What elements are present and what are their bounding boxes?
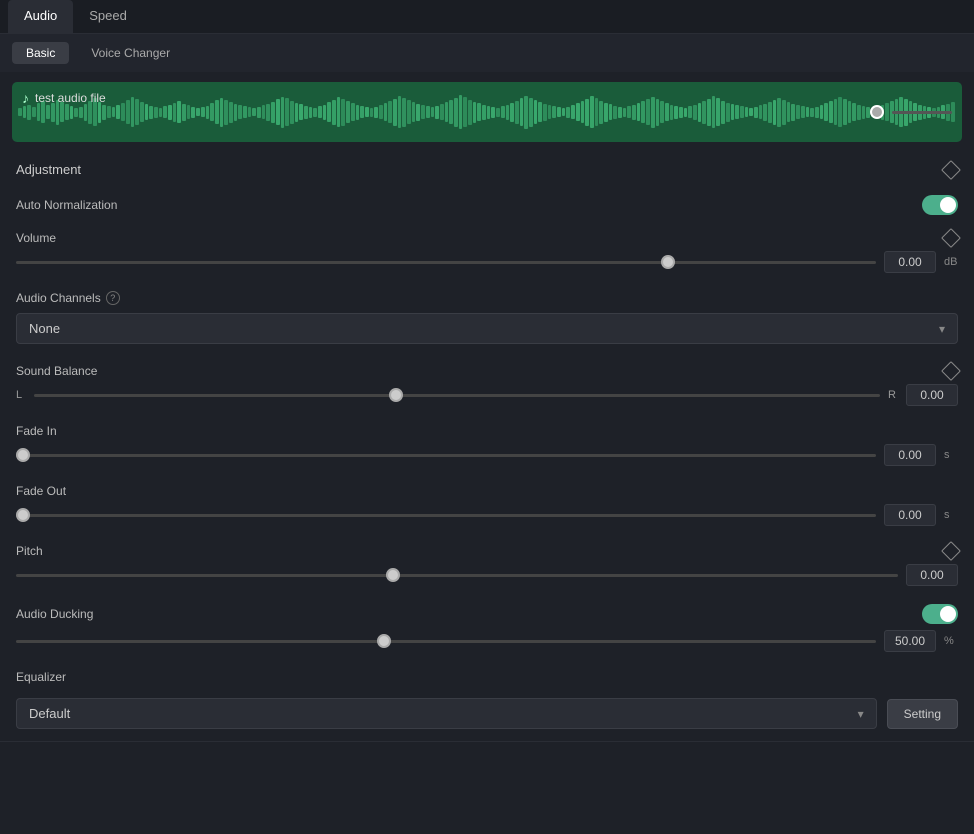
sound-balance-slider[interactable] [34, 385, 880, 405]
audio-channels-help-icon[interactable]: ? [106, 291, 120, 305]
sound-balance-slider-row: L R 0.00 [0, 380, 974, 416]
adjustment-title: Adjustment [16, 162, 81, 177]
equalizer-control-row: Equalizer [0, 662, 974, 686]
audio-channels-dropdown[interactable]: None ▾ [16, 313, 958, 344]
volume-reset-icon[interactable] [941, 228, 961, 248]
sound-balance-right-label: R [888, 389, 898, 401]
pitch-slider[interactable] [16, 565, 898, 585]
audio-ducking-thumb[interactable] [377, 634, 391, 648]
pitch-control-row: Pitch [0, 536, 974, 560]
audio-ducking-value[interactable]: 50.00 [884, 630, 936, 652]
adjustment-section-header[interactable]: Adjustment [0, 152, 974, 187]
pitch-value[interactable]: 0.00 [906, 564, 958, 586]
volume-slider[interactable] [16, 252, 876, 272]
volume-slider-row: 0.00 dB [0, 247, 974, 283]
tab-basic[interactable]: Basic [12, 42, 69, 64]
audio-ducking-label: Audio Ducking [16, 607, 136, 621]
equalizer-setting-button[interactable]: Setting [887, 699, 958, 729]
audio-ducking-slider[interactable] [16, 631, 876, 651]
audio-channels-value: None [29, 321, 60, 336]
audio-ducking-control-row: Audio Ducking [0, 596, 974, 626]
pitch-slider-row: 0.00 [0, 560, 974, 596]
sound-balance-value[interactable]: 0.00 [906, 384, 958, 406]
fade-in-unit: s [944, 449, 958, 461]
volume-unit: dB [944, 256, 958, 268]
pitch-reset-icon[interactable] [941, 541, 961, 561]
auto-normalization-toggle[interactable] [922, 195, 958, 215]
waveform-position-slider[interactable] [870, 105, 952, 119]
audio-channels-chevron: ▾ [939, 322, 945, 336]
audio-ducking-toggle[interactable] [922, 604, 958, 624]
auto-normalization-row: Auto Normalization [0, 187, 974, 223]
fade-in-label: Fade In [16, 424, 136, 438]
sound-balance-control-row: Sound Balance [0, 356, 974, 380]
sound-balance-thumb[interactable] [389, 388, 403, 402]
tab-audio[interactable]: Audio [8, 0, 73, 33]
tab-speed[interactable]: Speed [73, 0, 143, 33]
sound-balance-label: Sound Balance [16, 364, 136, 378]
waveform-knob[interactable] [870, 105, 884, 119]
top-tab-bar: Audio Speed [0, 0, 974, 34]
adjustment-reset-icon[interactable] [941, 160, 961, 180]
fade-out-value[interactable]: 0.00 [884, 504, 936, 526]
volume-label: Volume [16, 231, 136, 245]
adjustment-section: Adjustment Auto Normalization Volume 0.0… [0, 152, 974, 742]
waveform-track [892, 111, 952, 114]
volume-control-row: Volume [0, 223, 974, 247]
fade-in-slider[interactable] [16, 445, 876, 465]
audio-ducking-slider-row: 50.00 % [0, 626, 974, 662]
audio-channels-select-row: None ▾ [0, 309, 974, 356]
waveform-display[interactable]: ♪ test audio file [12, 82, 962, 142]
fade-in-control-row: Fade In [0, 416, 974, 440]
music-icon: ♪ [22, 90, 29, 106]
fade-in-thumb[interactable] [16, 448, 30, 462]
equalizer-label: Equalizer [16, 670, 136, 684]
fade-out-slider-row: 0.00 s [0, 500, 974, 536]
waveform-filename: test audio file [35, 91, 106, 105]
fade-out-control-row: Fade Out [0, 476, 974, 500]
sub-tab-bar: Basic Voice Changer [0, 34, 974, 72]
waveform-label: ♪ test audio file [22, 90, 106, 106]
fade-out-slider[interactable] [16, 505, 876, 525]
audio-channels-label: Audio Channels ? [16, 291, 136, 305]
fade-out-label: Fade Out [16, 484, 136, 498]
waveform-bars [12, 82, 962, 142]
pitch-label: Pitch [16, 544, 136, 558]
equalizer-chevron: ▾ [858, 707, 864, 721]
equalizer-row: Default ▾ Setting [0, 686, 974, 741]
equalizer-dropdown[interactable]: Default ▾ [16, 698, 877, 729]
pitch-thumb[interactable] [386, 568, 400, 582]
audio-channels-row: Audio Channels ? [0, 283, 974, 309]
fade-in-value[interactable]: 0.00 [884, 444, 936, 466]
auto-normalization-label: Auto Normalization [16, 198, 136, 212]
audio-ducking-unit: % [944, 635, 958, 647]
fade-in-slider-row: 0.00 s [0, 440, 974, 476]
sound-balance-reset-icon[interactable] [941, 361, 961, 381]
tab-voice-changer[interactable]: Voice Changer [77, 42, 184, 64]
fade-out-unit: s [944, 509, 958, 521]
sound-balance-left-label: L [16, 389, 26, 401]
fade-out-thumb[interactable] [16, 508, 30, 522]
volume-thumb[interactable] [661, 255, 675, 269]
equalizer-value: Default [29, 706, 70, 721]
volume-value[interactable]: 0.00 [884, 251, 936, 273]
